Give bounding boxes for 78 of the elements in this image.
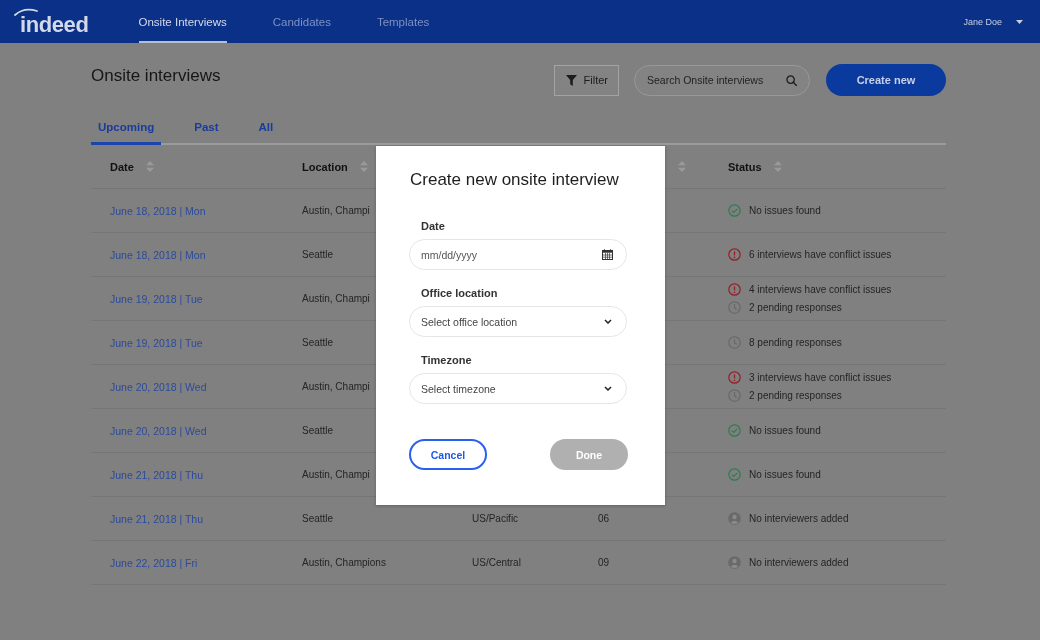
page-title: Onsite interviews [91, 65, 221, 87]
field-label: Date [420, 219, 446, 233]
column-header[interactable]: Location [302, 160, 348, 173]
table-cell: 06 [598, 513, 610, 524]
person-circle-icon [728, 512, 741, 525]
date-link[interactable]: June 21, 2018 | Thu [110, 468, 204, 481]
calendar-icon[interactable] [602, 249, 613, 260]
caret-down-icon [1016, 19, 1023, 24]
status-text: 6 interviews have conflict issues [749, 249, 892, 260]
dialog-title: Create new onsite interview [410, 169, 620, 191]
tab[interactable]: All [251, 110, 281, 145]
date-link[interactable]: June 18, 2018 | Mon [110, 204, 206, 217]
chevron-down-icon [604, 319, 612, 324]
person-circle-icon [728, 556, 741, 569]
sort-icon[interactable] [678, 161, 686, 172]
table-cell: Austin, Champi [302, 293, 370, 304]
dropdown-field[interactable]: Select timezone [409, 373, 627, 404]
nav-link[interactable]: Onsite Interviews [138, 0, 227, 43]
search-field[interactable]: Search Onsite interviews [634, 64, 810, 96]
table-cell: Austin, Champi [302, 205, 370, 216]
date-link[interactable]: June 19, 2018 | Tue [110, 336, 203, 349]
cancel-button[interactable]: Cancel [409, 439, 487, 470]
filter-button[interactable]: Filter [553, 64, 619, 96]
sort-icon[interactable] [359, 161, 368, 172]
status-text: No interviewers added [749, 513, 849, 524]
date-link[interactable]: June 20, 2018 | Wed [110, 380, 207, 393]
date-link[interactable]: June 21, 2018 | Thu [110, 512, 204, 525]
date-field[interactable]: mm/dd/yyyy [409, 239, 627, 270]
alert-circle-icon [728, 283, 741, 296]
status-text: No issues found [749, 469, 821, 480]
funnel-icon [565, 74, 577, 86]
table-cell: Seattle [302, 513, 334, 524]
clock-icon [728, 301, 741, 314]
dropdown-field[interactable]: Select office location [409, 306, 627, 337]
field-label: Office location [420, 286, 499, 300]
status-text: 8 pending responses [749, 337, 842, 348]
status-text: No interviewers added [749, 557, 849, 568]
nav-link[interactable]: Candidates [272, 0, 331, 43]
alert-circle-icon [728, 248, 741, 261]
nav-link[interactable]: Templates [376, 0, 430, 43]
clock-icon [728, 336, 741, 349]
status-text: No issues found [749, 205, 821, 216]
column-header[interactable]: Status [728, 160, 762, 173]
field-label: Timezone [420, 353, 473, 367]
sort-icon[interactable] [773, 161, 782, 172]
search-icon[interactable] [786, 74, 797, 86]
logo[interactable]: indeed [14, 6, 89, 37]
table-cell: Austin, Champi [302, 469, 370, 480]
tab[interactable]: Past [187, 110, 226, 145]
table-cell: 09 [598, 557, 610, 568]
status-text: 4 interviews have conflict issues [749, 284, 892, 295]
date-link[interactable]: June 22, 2018 | Fri [110, 556, 198, 569]
status-text: No issues found [749, 425, 821, 436]
table-cell: Seattle [302, 425, 334, 436]
create-new-button[interactable]: Create new [826, 64, 946, 96]
arc-icon [14, 7, 38, 16]
clock-icon [728, 389, 741, 402]
sort-icon[interactable] [145, 161, 154, 172]
status-text: 2 pending responses [749, 390, 842, 401]
status-text: 3 interviews have conflict issues [749, 372, 892, 383]
status-text: 2 pending responses [749, 302, 842, 313]
table-cell: US/Central [472, 557, 521, 568]
check-circle-icon [728, 204, 741, 217]
date-link[interactable]: June 19, 2018 | Tue [110, 292, 203, 305]
table-cell: Austin, Champi [302, 381, 370, 392]
table-cell: US/Pacific [472, 513, 519, 524]
check-circle-icon [728, 468, 741, 481]
user-menu-button[interactable]: Jane Doe [963, 16, 1023, 27]
tab[interactable]: Upcoming [91, 110, 162, 145]
chevron-down-icon [604, 386, 612, 391]
table-cell: Seattle [302, 337, 334, 348]
alert-circle-icon [728, 371, 741, 384]
date-link[interactable]: June 18, 2018 | Mon [110, 248, 206, 261]
column-header[interactable]: Date [110, 160, 134, 173]
table-cell: Seattle [302, 249, 334, 260]
check-circle-icon [728, 424, 741, 437]
table-cell: Austin, Champions [302, 557, 386, 568]
date-link[interactable]: June 20, 2018 | Wed [110, 424, 207, 437]
